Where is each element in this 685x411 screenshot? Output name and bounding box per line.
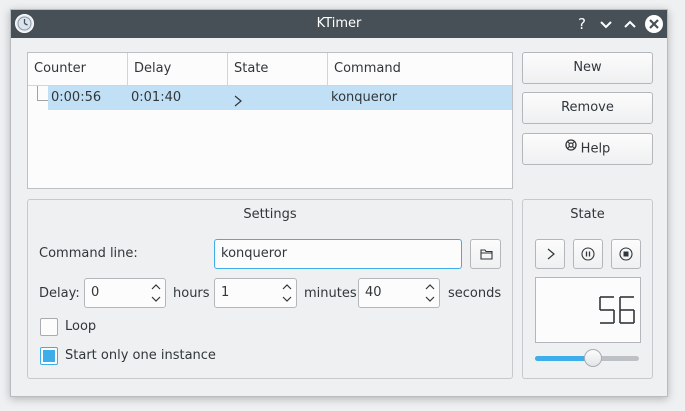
command-line-input[interactable]: konqueror xyxy=(214,239,462,269)
start-button[interactable] xyxy=(535,239,565,269)
settings-title: Settings xyxy=(243,207,297,222)
column-header-state[interactable]: State xyxy=(228,53,328,85)
spin-arrows-icon[interactable] xyxy=(151,282,161,304)
seconds-unit-label: seconds xyxy=(448,286,502,301)
titlebar[interactable]: KTimer ? xyxy=(11,10,667,38)
countdown-lcd xyxy=(535,277,641,343)
slider-handle[interactable] xyxy=(584,349,603,367)
timer-list[interactable]: Counter Delay State Command 0:00:56 0:01… xyxy=(27,52,513,189)
hours-value: 0 xyxy=(91,285,100,300)
pause-button[interactable] xyxy=(573,239,603,269)
new-button[interactable]: New xyxy=(522,52,653,84)
maximize-icon[interactable] xyxy=(620,14,640,34)
tree-branch-line xyxy=(37,86,48,101)
cell-command: konqueror xyxy=(331,90,398,105)
help-button-label: Help xyxy=(580,141,611,157)
cell-counter: 0:00:56 xyxy=(51,90,102,105)
loop-checkbox[interactable] xyxy=(40,318,58,336)
loop-label[interactable]: Loop xyxy=(65,319,96,334)
minutes-unit-label: minutes xyxy=(304,286,357,301)
play-icon xyxy=(547,248,555,264)
one-instance-label[interactable]: Start only one instance xyxy=(65,348,216,363)
play-icon xyxy=(234,92,242,107)
table-row[interactable]: 0:00:56 0:01:40 konqueror xyxy=(48,86,512,110)
close-icon[interactable] xyxy=(645,15,663,33)
column-header-command[interactable]: Command xyxy=(328,53,512,85)
minutes-value: 1 xyxy=(221,285,230,300)
help-icon[interactable]: ? xyxy=(572,14,592,34)
remove-button[interactable]: Remove xyxy=(522,92,653,124)
lcd-digits xyxy=(599,296,635,324)
one-instance-checkbox[interactable] xyxy=(40,347,58,365)
help-button[interactable]: Help xyxy=(522,133,653,165)
folder-icon xyxy=(480,248,493,264)
list-header: Counter Delay State Command xyxy=(28,53,512,86)
seconds-spinbox[interactable]: 40 xyxy=(358,278,440,308)
hours-unit-label: hours xyxy=(173,286,210,301)
column-header-delay[interactable]: Delay xyxy=(128,53,228,85)
minimize-icon[interactable] xyxy=(596,14,616,34)
settings-group: Settings Command line: konqueror Delay: … xyxy=(27,199,513,379)
hours-spinbox[interactable]: 0 xyxy=(84,278,166,308)
cell-delay: 0:01:40 xyxy=(131,90,182,105)
minutes-spinbox[interactable]: 1 xyxy=(214,278,297,308)
spin-arrows-icon[interactable] xyxy=(425,282,435,304)
window-title: KTimer xyxy=(316,16,362,31)
spin-arrows-icon[interactable] xyxy=(282,282,292,304)
pause-icon xyxy=(581,247,595,265)
stop-button[interactable] xyxy=(611,239,641,269)
ktimer-window: KTimer ? Counter Delay State Command 0:0… xyxy=(10,9,668,397)
help-lifebuoy-icon xyxy=(565,133,577,163)
seconds-value: 40 xyxy=(365,285,382,300)
state-group: State xyxy=(522,199,653,379)
column-header-counter[interactable]: Counter xyxy=(28,53,128,85)
command-line-label: Command line: xyxy=(39,246,138,261)
delay-label: Delay: xyxy=(39,286,80,301)
stop-icon xyxy=(619,247,633,265)
browse-button[interactable] xyxy=(470,239,501,269)
state-title: State xyxy=(570,207,605,222)
